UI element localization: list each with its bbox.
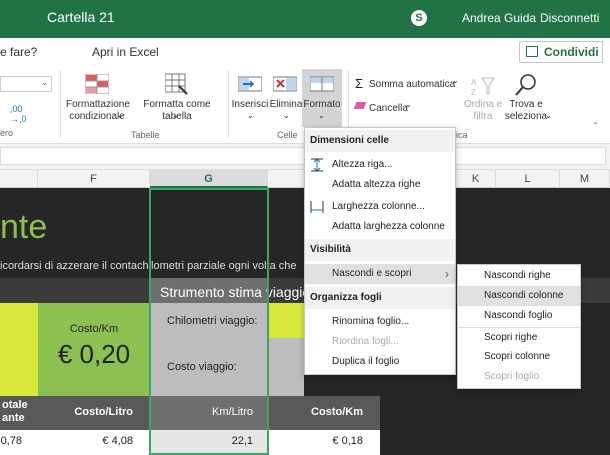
svg-text:A: A [471, 78, 477, 87]
chevron-down-icon: ⌄ [247, 111, 254, 120]
chevron-down-icon: ⌄ [172, 111, 179, 120]
hide-unhide-submenu: Nascondi righe Nascondi colonne Nascondi… [457, 264, 581, 389]
user-name[interactable]: Andrea Guida [462, 11, 536, 25]
sort-filter-button[interactable]: Ordina e filtra [462, 99, 504, 123]
format-as-table-icon [164, 72, 189, 96]
chevron-right-icon: › [445, 267, 449, 281]
column-header-m[interactable]: M [560, 170, 610, 188]
share-icon [526, 46, 538, 57]
menu-item-autofit-columns[interactable]: Adatta larghezza colonne [305, 217, 455, 237]
autosum-icon: Σ [355, 76, 364, 91]
menu-item-row-height[interactable]: Altezza riga... [305, 155, 455, 175]
header-cost-per-km: Costo/Km [311, 406, 363, 418]
tables-group-label: Tabelle [131, 130, 160, 140]
chevron-down-icon: ⌄ [318, 111, 325, 120]
menu-header-organize-sheets: Organizza fogli [305, 287, 455, 309]
header-total: otale ante [2, 399, 28, 424]
column-header-f[interactable]: F [38, 170, 150, 188]
cost-per-km-card: Costo/Km € 0,20 [38, 303, 150, 396]
cost-per-km-value: € 0,20 [57, 339, 131, 369]
chevron-down-icon: ⌄ [405, 100, 412, 109]
cell-cost-per-km[interactable]: € 0,18 [268, 435, 363, 447]
menu-item-unhide-columns[interactable]: Scopri colonne [458, 347, 580, 367]
conditional-formatting-icon [84, 73, 110, 95]
delete-button[interactable]: Elimina [268, 99, 304, 111]
svg-text:Z: Z [471, 88, 476, 97]
editing-group-label: ica [456, 130, 468, 140]
format-button[interactable]: Formato ⌄ [302, 69, 342, 127]
formula-input[interactable] [0, 147, 606, 165]
header-cost-per-liter: Costo/Litro [74, 406, 133, 418]
column-g-selection [149, 188, 269, 455]
chevron-down-icon: ⌄ [545, 111, 552, 120]
menu-item-hide-columns[interactable]: Nascondi colonne [458, 286, 580, 306]
menu-item-unhide-sheet: Scopri foglio [484, 371, 540, 382]
menu-item-duplicate-sheet[interactable]: Duplica il foglio [305, 352, 455, 372]
clear-button[interactable]: Cancella [369, 103, 408, 115]
format-dropdown-menu: Dimensioni celle Altezza riga... Adatta … [304, 127, 456, 375]
title-bar: Cartella 21 S Andrea Guida Disconnetti [0, 0, 610, 38]
row-height-icon [311, 158, 323, 172]
chevron-down-icon: ⌄ [41, 78, 48, 87]
cell-cost-per-liter[interactable]: € 4,08 [38, 435, 133, 447]
hide-unhide-label: Nascondi e scopri [332, 268, 412, 279]
open-in-excel-button[interactable]: Apri in Excel [92, 45, 159, 59]
decimal-buttons[interactable]: ,00 →,0 [10, 104, 27, 124]
sort-filter-icon: AZ [470, 74, 496, 98]
menu-item-hide-rows[interactable]: Nascondi righe [458, 266, 580, 286]
format-cells-icon [310, 76, 334, 92]
logout-link[interactable]: Disconnetti [540, 11, 599, 25]
menu-header-cell-size: Dimensioni celle [305, 130, 455, 152]
find-select-button[interactable]: Trova e seleziona [501, 99, 551, 123]
insert-cells-icon [237, 74, 263, 94]
menu-item-hide-sheet[interactable]: Nascondi foglio [458, 306, 580, 326]
menu-item-autofit-rows[interactable]: Adatta altezza righe [305, 175, 455, 195]
sheet-title: nte [0, 208, 48, 246]
insert-button[interactable]: Inserisci [231, 99, 269, 111]
column-width-label: Larghezza colonne... [332, 201, 425, 212]
eraser-icon [353, 102, 367, 109]
column-header-g[interactable]: G [150, 170, 268, 188]
magnifier-icon [514, 72, 538, 98]
cost-per-km-label: Costo/Km [69, 323, 119, 335]
format-button-label: Formato [303, 99, 341, 110]
column-width-icon [310, 201, 324, 213]
menu-header-visibility: Visibilità [305, 239, 455, 261]
workbook-title: Cartella 21 [47, 9, 115, 25]
menu-item-rename-sheet[interactable]: Rinomina foglio... [305, 312, 455, 332]
menu-item-column-width[interactable]: Larghezza colonne... [305, 197, 455, 217]
chevron-down-icon: ⌄ [117, 111, 124, 120]
menu-item-reorder-sheets: Riordina fogli... [332, 336, 399, 347]
autosum-button[interactable]: Somma automatica [369, 79, 455, 91]
column-header-l[interactable]: L [496, 170, 560, 188]
menu-item-hide-unhide[interactable]: Nascondi e scopri › [305, 264, 455, 284]
tell-me-box[interactable]: e fare? [0, 45, 37, 59]
row-height-label: Altezza riga... [332, 159, 393, 170]
menu-item-unhide-rows[interactable]: Scopri righe [458, 328, 580, 348]
chevron-down-icon: ⌄ [452, 76, 459, 85]
chevron-down-icon: ⌄ [283, 111, 290, 120]
share-label: Condividi [544, 45, 599, 59]
column-header-k[interactable]: K [456, 170, 496, 188]
ribbon-collapse-icon[interactable]: ˆ [594, 122, 597, 133]
skype-icon[interactable]: S [411, 10, 427, 26]
number-group-label: ero [0, 128, 14, 138]
number-format-dropdown[interactable]: ⌄ [0, 76, 52, 92]
share-button[interactable]: Condividi [519, 41, 603, 63]
cell-total[interactable]: 0,78 [0, 435, 22, 447]
delete-cells-icon [272, 74, 298, 94]
cells-group-label: Celle [277, 130, 298, 140]
